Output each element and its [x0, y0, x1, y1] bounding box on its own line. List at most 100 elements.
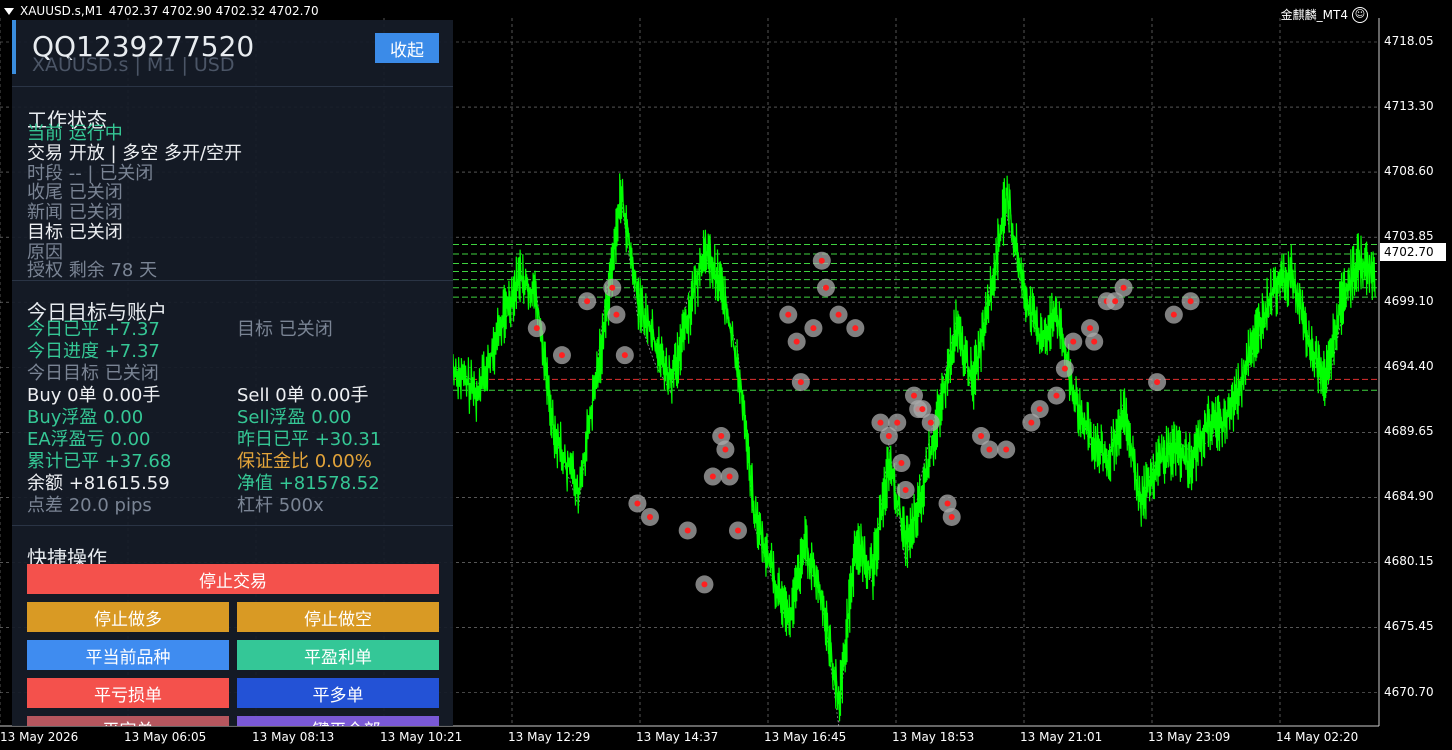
time-tick-label: 13 May 08:13: [252, 730, 335, 744]
time-tick-label: 13 May 16:45: [764, 730, 847, 744]
time-tick-label: 13 May 14:37: [636, 730, 719, 744]
time-tick-label: 13 May 2026: [0, 730, 79, 744]
time-tick-label: 13 May 23:09: [1148, 730, 1231, 744]
trade-marker-dot: [1170, 311, 1177, 318]
price-tick-label: 4694.40: [1384, 359, 1434, 374]
close-all-button[interactable]: 一键平全部: [237, 716, 439, 726]
trade-marker-dot: [818, 257, 825, 264]
ohlc-readout: 4702.37 4702.90 4702.32 4702.70: [108, 4, 319, 18]
panel-accent-bar: [12, 20, 16, 74]
trade-marker-dot: [793, 338, 800, 345]
trade-marker-dot: [684, 527, 691, 534]
current-price-tag: 4702.70: [1380, 243, 1446, 261]
close-profit-button[interactable]: 平盈利单: [237, 640, 439, 670]
trade-marker-dot: [1003, 446, 1010, 453]
trade-marker-dot: [927, 419, 934, 426]
status-trade: 交易 开放 | 多空 多开/空开: [27, 143, 243, 164]
trade-marker-dot: [852, 325, 859, 332]
trade-marker-dot: [1070, 338, 1077, 345]
time-tick-label: 14 May 02:20: [1276, 730, 1359, 744]
trade-marker-dot: [978, 433, 985, 440]
price-tick-label: 4675.45: [1384, 619, 1434, 634]
trade-marker-dot: [810, 325, 817, 332]
divider: [12, 525, 453, 526]
price-tick-label: 4684.90: [1384, 489, 1434, 504]
account-target: 目标 已关闭: [237, 319, 333, 340]
trade-marker-dot: [533, 325, 540, 332]
price-tick-label: 4713.30: [1384, 99, 1434, 114]
trade-marker-dot: [986, 446, 993, 453]
price-tick-label: 4699.10: [1384, 294, 1434, 309]
status-license: 授权 剩余 78 天: [27, 260, 158, 281]
close-long-button[interactable]: 平多单: [237, 678, 439, 708]
status-close: 收尾 已关闭: [27, 182, 123, 203]
ea-control-panel: QQ1239277520 XAUUSD.s | M1 | USD 收起 工作状态…: [12, 20, 453, 726]
yesterday-closed: 昨日已平 +30.31: [237, 429, 382, 450]
trade-marker-dot: [734, 527, 741, 534]
trade-marker-dot: [1087, 325, 1094, 332]
status-target: 目标 已关闭: [27, 222, 123, 243]
close-short-button[interactable]: 平空单: [27, 716, 229, 726]
trade-marker-dot: [822, 284, 829, 291]
trade-marker-dot: [948, 513, 955, 520]
trade-marker-dot: [894, 419, 901, 426]
ea-floating: EA浮盈亏 0.00: [27, 429, 151, 450]
stop-long-button[interactable]: 停止做多: [27, 602, 229, 632]
time-tick-label: 13 May 21:01: [1020, 730, 1103, 744]
time-tick-label: 13 May 10:21: [380, 730, 463, 744]
trade-marker-dot: [898, 460, 905, 467]
trade-marker-dot: [718, 433, 725, 440]
buy-floating: Buy浮盈 0.00: [27, 407, 144, 428]
status-session: 时段 -- | 已关闭: [27, 163, 154, 184]
today-target: 今日目标 已关闭: [27, 363, 159, 384]
today-closed: 今日已平 +7.37: [27, 319, 160, 340]
trade-marker-dot: [1187, 298, 1194, 305]
equity: 净值 +81578.52: [237, 473, 380, 494]
trade-marker-dot: [1061, 365, 1068, 372]
divider: [12, 86, 453, 87]
trade-marker-dot: [646, 513, 653, 520]
trade-marker-dot: [1120, 284, 1127, 291]
price-levels: [453, 244, 1379, 391]
trade-marker-dot: [709, 473, 716, 480]
trade-marker-dot: [919, 406, 926, 413]
sell-floating: Sell浮盈 0.00: [237, 407, 352, 428]
expert-advisor-name: 金麒麟_MT4 ☺: [1281, 6, 1368, 23]
trade-marker-dot: [785, 311, 792, 318]
trade-marker-dot: [613, 311, 620, 318]
close-loss-button[interactable]: 平亏损单: [27, 678, 229, 708]
price-tick-label: 4680.15: [1384, 554, 1434, 569]
margin-ratio: 保证金比 0.00%: [237, 451, 372, 472]
trade-marker-dot: [944, 500, 951, 507]
trade-marker-dot: [726, 473, 733, 480]
ea-name-label: 金麒麟_MT4: [1280, 8, 1348, 22]
close-symbol-button[interactable]: 平当前品种: [27, 640, 229, 670]
trade-marker-dot: [1112, 298, 1119, 305]
trade-markers: [527, 251, 1200, 594]
trade-marker-dot: [877, 419, 884, 426]
divider: [12, 280, 453, 281]
status-news: 新闻 已关闭: [27, 202, 123, 223]
price-tick-label: 4718.05: [1384, 34, 1434, 48]
price-line: [452, 173, 1376, 722]
stop-trading-button[interactable]: 停止交易: [27, 564, 439, 594]
trade-marker-dot: [835, 311, 842, 318]
trade-marker-dot: [1154, 379, 1161, 386]
time-tick-label: 13 May 12:29: [508, 730, 591, 744]
trade-marker-dot: [1091, 338, 1098, 345]
trade-marker-dot: [584, 298, 591, 305]
trade-marker-dot: [1028, 419, 1035, 426]
trade-marker-dot: [621, 352, 628, 359]
stop-short-button[interactable]: 停止做空: [237, 602, 439, 632]
spread: 点差 20.0 pips: [27, 495, 152, 516]
today-progress: 今日进度 +7.37: [27, 341, 160, 362]
trade-marker-dot: [885, 433, 892, 440]
price-tick-label: 4703.85: [1384, 229, 1434, 244]
collapse-button[interactable]: 收起: [375, 33, 439, 63]
price-tick-label: 4708.60: [1384, 164, 1434, 179]
time-tick-label: 13 May 18:53: [892, 730, 975, 744]
dropdown-triangle-icon[interactable]: [4, 7, 14, 15]
smiley-icon[interactable]: ☺: [1352, 6, 1368, 23]
trade-marker-dot: [634, 500, 641, 507]
trade-marker-dot: [1036, 406, 1043, 413]
